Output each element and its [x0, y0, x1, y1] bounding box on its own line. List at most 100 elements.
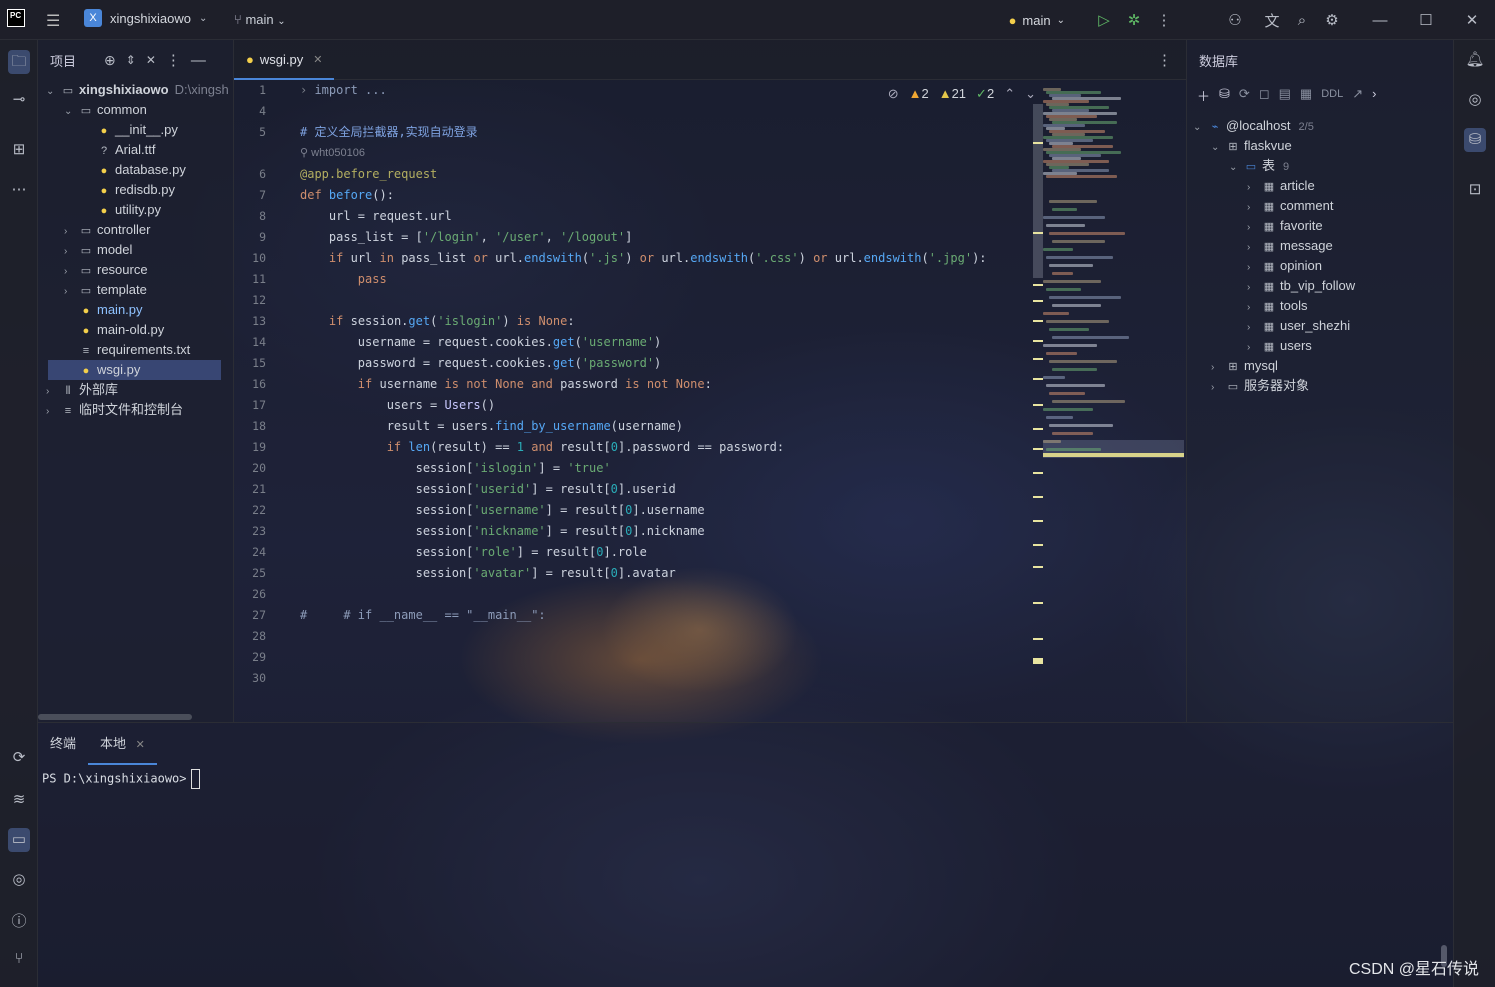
error-stripe-mark[interactable] [1033, 358, 1043, 360]
project-switcher[interactable]: X xingshixiaowo ⌄ [84, 9, 207, 27]
inspection-widget[interactable]: ⊘ ▲2 ▲21 ✓2 ⌃ ⌄ [888, 86, 1036, 102]
stop-icon[interactable]: ◻ [1259, 86, 1270, 105]
chevron-right-icon[interactable]: › [64, 242, 78, 262]
tree-item[interactable]: ● __init__.py [38, 120, 233, 140]
tree-item[interactable]: ● database.py [38, 160, 233, 180]
db-tree-item[interactable]: › ⊞ mysql [1211, 356, 1278, 376]
tree-item[interactable]: ● main-old.py [38, 320, 233, 340]
editor-minimap[interactable] [1043, 80, 1184, 700]
chevron-down-icon[interactable]: ⌄ [1229, 158, 1243, 178]
chevron-right-icon[interactable]: › [64, 282, 78, 302]
db-tree-item[interactable]: ⌄ ▭ 表 9 [1229, 156, 1289, 176]
chevron-right-icon[interactable]: › [46, 382, 60, 402]
error-stripe-mark[interactable] [1033, 544, 1043, 546]
tree-item[interactable]: › ▭ resource [38, 260, 233, 280]
db-tree-item[interactable]: ⌄ ⊞ flaskvue [1211, 136, 1292, 156]
settings-gear-icon[interactable]: ⚙ [1317, 11, 1347, 29]
debug-icon[interactable]: ✲ [1119, 11, 1149, 29]
git-icon[interactable]: ⑂ [8, 950, 30, 967]
tree-item[interactable]: ⌄ ▭ common [38, 100, 233, 122]
chevron-right-icon[interactable]: › [1247, 338, 1261, 358]
services-icon[interactable]: ◎ [8, 870, 30, 888]
translate-icon[interactable]: 文 [1257, 10, 1287, 31]
tree-item[interactable]: ● utility.py [38, 200, 233, 220]
table-view-icon[interactable]: ▦ [1300, 86, 1312, 105]
error-stripe-mark[interactable] [1033, 284, 1043, 286]
error-stripe-mark[interactable] [1033, 496, 1043, 498]
chevron-right-icon[interactable]: › [1247, 278, 1261, 298]
minimize-icon[interactable]: — [1357, 12, 1403, 29]
chevron-right-icon[interactable]: › [1211, 358, 1225, 378]
ai-assistant-icon[interactable]: ◎ [1464, 90, 1486, 108]
error-stripe-mark[interactable] [1033, 520, 1043, 522]
problems-icon[interactable]: ⓘ [8, 910, 30, 931]
maximize-icon[interactable]: ☐ [1403, 11, 1449, 29]
weak-warnings-count[interactable]: ▲21 [939, 86, 966, 102]
chevron-right-icon[interactable]: › [64, 222, 78, 242]
ddl-button[interactable]: DDL [1321, 86, 1343, 105]
reader-mode-icon[interactable]: ⊘ [888, 86, 899, 102]
db-tree-item[interactable]: › ▦ article [1247, 176, 1315, 196]
tree-item[interactable]: › ⫴ 外部库 [38, 380, 233, 402]
terminal-tab-local[interactable]: 本地 ✕ [88, 723, 157, 765]
data-source-properties-icon[interactable]: ⛁ [1219, 86, 1230, 105]
add-icon[interactable]: ＋ [1197, 86, 1210, 105]
error-stripe-mark[interactable] [1033, 448, 1043, 450]
collapse-all-icon[interactable]: ✕ [146, 53, 156, 67]
console-icon[interactable]: ▤ [1279, 86, 1291, 105]
error-stripe-mark[interactable] [1033, 300, 1043, 302]
chevron-right-icon[interactable]: › [1247, 198, 1261, 218]
error-stripe-mark[interactable] [1033, 602, 1043, 604]
chevron-down-icon[interactable]: ⌄ [1211, 138, 1225, 158]
chevron-right-icon[interactable]: › [1247, 318, 1261, 338]
sciview-icon[interactable]: ⊡ [1464, 180, 1486, 198]
refresh-icon[interactable]: ⟳ [1239, 86, 1250, 105]
error-stripe-mark[interactable] [1033, 566, 1043, 568]
chevron-right-icon[interactable]: › [46, 402, 60, 422]
tree-item[interactable]: ≡ requirements.txt [38, 340, 233, 360]
more-vertical-icon[interactable]: ⋮ [1157, 51, 1172, 69]
tree-item[interactable]: › ≡ 临时文件和控制台 [38, 400, 233, 422]
tree-item[interactable]: ● wsgi.py [48, 360, 221, 380]
tree-item[interactable]: › ▭ model [38, 240, 233, 262]
error-stripe[interactable] [1033, 80, 1043, 700]
more-vertical-icon[interactable]: ⋮ [166, 51, 181, 69]
expand-all-icon[interactable]: ⇕ [126, 53, 136, 67]
chevron-right-icon[interactable]: › [1247, 298, 1261, 318]
db-tree-item[interactable]: › ▦ comment [1247, 196, 1333, 216]
error-stripe-mark[interactable] [1033, 232, 1043, 234]
chevron-down-icon[interactable]: ⌄ [1193, 118, 1207, 138]
db-tree-item[interactable]: › ▦ favorite [1247, 216, 1323, 236]
close-tab-icon[interactable]: ✕ [313, 53, 322, 66]
close-tab-icon[interactable]: ✕ [136, 739, 145, 751]
horizontal-scrollbar[interactable] [38, 714, 192, 720]
chevron-right-icon[interactable]: › [1247, 258, 1261, 278]
error-stripe-mark[interactable] [1033, 428, 1043, 430]
tree-item[interactable]: ? Arial.ttf [38, 140, 233, 160]
tree-item[interactable]: › ▭ template [38, 280, 233, 302]
previous-highlight-icon[interactable]: ⌃ [1004, 86, 1015, 102]
db-tree-item[interactable]: › ▦ tb_vip_follow [1247, 276, 1355, 296]
main-menu-icon[interactable]: ☰ [46, 11, 60, 31]
error-stripe-mark[interactable] [1033, 142, 1043, 144]
chevron-down-icon[interactable]: ⌄ [64, 102, 78, 122]
error-stripe-mark[interactable] [1033, 638, 1043, 640]
db-tree-item[interactable]: › ▦ user_shezhi [1247, 316, 1350, 336]
editor-scroll-thumb[interactable] [1033, 104, 1043, 278]
run-icon[interactable]: ▷ [1089, 11, 1119, 29]
hide-panel-icon[interactable]: — [191, 52, 206, 69]
tree-item[interactable]: ⌄ ▭ xingshixiaowo D:\xingsh [38, 80, 233, 100]
db-tree-item[interactable]: › ▦ opinion [1247, 256, 1322, 276]
run-config-selector[interactable]: ● main ⌄ [1009, 13, 1065, 28]
chevron-right-icon[interactable]: › [1247, 238, 1261, 258]
notifications-bell-icon[interactable]: 🔔︎ [1464, 50, 1486, 68]
commit-icon[interactable]: ⊸ [8, 90, 30, 108]
error-stripe-mark[interactable] [1033, 320, 1043, 322]
close-icon[interactable]: ✕ [1449, 11, 1495, 29]
tree-item[interactable]: › ▭ controller [38, 220, 233, 242]
editor-tab-wsgi[interactable]: ● wsgi.py ✕ [234, 40, 335, 80]
chevron-right-icon[interactable]: › [1247, 218, 1261, 238]
db-tree-item[interactable]: › ▭ 服务器对象 [1211, 376, 1309, 396]
error-stripe-mark[interactable] [1033, 378, 1043, 380]
search-icon[interactable]: ⌕ [1287, 12, 1317, 29]
